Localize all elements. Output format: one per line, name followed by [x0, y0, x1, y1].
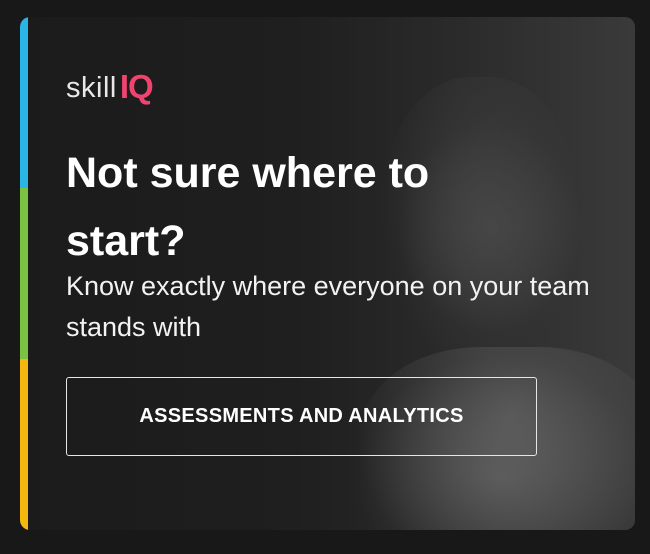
promo-card: skill IQ Not sure where to start? Know e… — [20, 17, 635, 530]
subtext: Know exactly where everyone on your team… — [66, 271, 590, 342]
assessments-and-analytics-button[interactable]: ASSESSMENTS AND ANALYTICS — [66, 377, 537, 456]
accent-bar — [20, 17, 28, 530]
logo-prefix: skill — [66, 72, 117, 104]
skilliq-logo: skill IQ — [66, 67, 154, 105]
accent-segment-green — [20, 188, 28, 359]
logo-suffix: IQ — [119, 68, 154, 105]
headline: Not sure where to start? — [66, 149, 430, 265]
accent-segment-yellow — [20, 359, 28, 530]
accent-segment-blue — [20, 17, 28, 188]
